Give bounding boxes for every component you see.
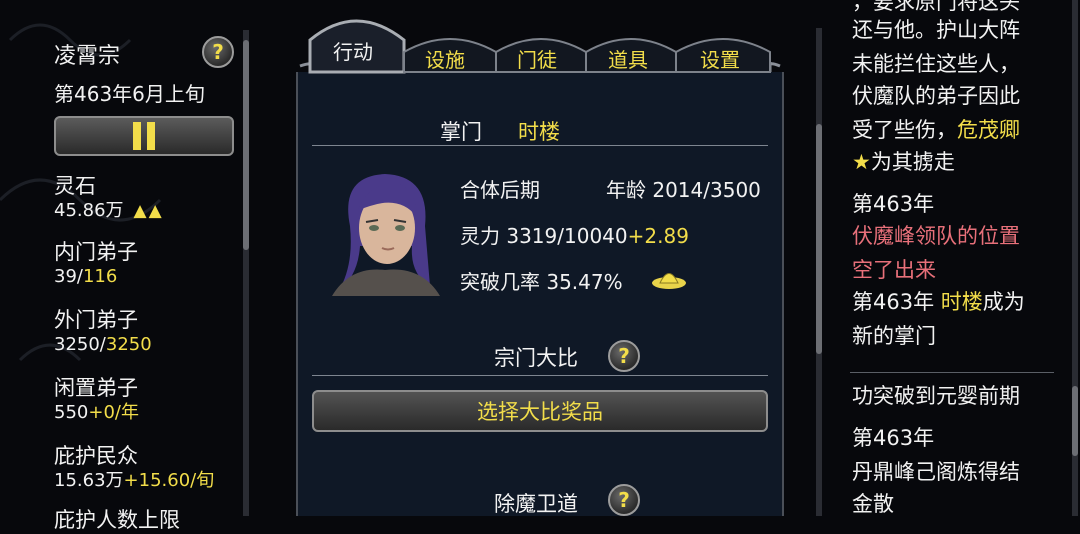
stat-protected-people: 庇护民众 15.63万+15.60/旬 [54,444,215,491]
pause-button[interactable] [54,116,234,156]
pause-icon [133,122,141,150]
log-text: 功突破到元婴前期 [852,384,1020,408]
log-highlight-name[interactable]: ★ [852,150,871,174]
select-reward-button[interactable]: 选择大比奖品 [312,390,768,432]
log-entry: ★为其掳走 [852,146,955,179]
spirit-power-value: 3319/10040 [506,224,628,248]
log-entry: 未能拦住这些人， [852,48,1020,81]
tab-action[interactable]: 行动 [333,36,373,65]
log-text: 新的掌门 [852,324,936,348]
log-text: 受了些伤， [852,118,957,142]
master-label: 掌门 [440,120,482,144]
spirit-power-rate: +2.89 [627,224,689,248]
demon-guard-help-icon[interactable]: ? [608,484,640,516]
double-up-arrow-icon: ▲▲ [133,201,164,221]
breakthrough-boost-icon[interactable] [650,266,688,292]
log-text: 第463年 [852,426,935,450]
log-text: 伏魔峰领队的位置 [852,224,1020,248]
tab-facilities[interactable]: 设施 [425,44,465,73]
center-scrollbar[interactable] [816,28,822,516]
log-entry: 丹鼎峰己阁炼得结 [852,456,1020,489]
tournament-help-icon[interactable]: ? [608,340,640,372]
tournament-title: 宗门大比 [494,346,578,370]
log-highlight-name[interactable]: 危茂卿 [957,118,1020,142]
log-highlight-name[interactable]: 时楼 [941,290,983,314]
divider [312,145,768,146]
log-entry: 还与他。护山大阵 [852,14,1020,47]
cultivation-realm: 合体后期 [460,178,540,202]
master-name[interactable]: 时楼 [518,120,560,144]
log-entry: 第463年 时楼成为 [852,286,1025,319]
log-entry: 第463年 [852,422,934,455]
sect-master-row: 掌门 时楼 [440,116,560,146]
log-entry: 功突破到元婴前期 [852,380,1020,413]
left-scrollbar[interactable] [243,30,249,516]
log-entry: 金散 [852,488,894,521]
log-entry: 新的掌门 [852,320,936,353]
stat-inner-disciples: 内门弟子 39/116 [54,240,138,287]
sect-help-icon[interactable]: ? [202,36,234,68]
log-entry: 伏魔峰领队的位置 [852,220,1020,253]
stat-spirit-stones: 灵石 45.86万 ▲▲ [54,174,164,221]
tab-items[interactable]: 道具 [608,44,648,73]
stat-outer-disciples: 外门弟子 3250/3250 [54,308,152,355]
log-text: 丹鼎峰己阁炼得结 [852,460,1020,484]
log-entry: 第463年 [852,188,934,221]
sect-name: 凌霄宗 [54,44,121,69]
sect-status-panel: 凌霄宗 ? 第463年6月上旬 灵石 45.86万 ▲▲ 内门弟子 39/116 … [0,0,250,532]
divider [312,375,768,376]
age-row: 年龄 2014/3500 [606,178,761,202]
log-divider [850,372,1054,373]
log-entry: 伏魔队的弟子因此 [852,80,1020,113]
age-value: 2014/3500 [652,178,761,202]
breakthrough-value: 35.47% [546,270,623,294]
stat-idle-disciples: 闲置弟子 550+0/年 [54,376,139,423]
tab-disciples[interactable]: 门徒 [517,44,557,73]
log-text: 未能拦住这些人， [852,52,1020,76]
breakthrough-row: 突破几率 35.47% [460,270,623,294]
game-date: 第463年6月上旬 [54,82,205,106]
log-text: 空了出来 [852,258,936,282]
log-entry: 空了出来 [852,254,936,287]
log-text: 还与他。护山大阵 [852,18,1020,42]
log-text: 第463年 [852,192,935,216]
log-text: ，要求原门将这头 [852,0,1020,14]
log-text: 金散 [852,492,894,516]
right-scrollbar[interactable] [1072,0,1078,516]
stat-protection-cap: 庇护人数上限 [54,508,180,532]
log-text: 第463年 [852,290,941,314]
spirit-power-row: 灵力 3319/10040+2.89 [460,224,689,248]
demon-guard-title: 除魔卫道 [494,492,578,516]
log-text: 成为 [982,290,1025,314]
log-entry: 受了些伤，危茂卿 [852,114,1020,147]
log-text: 为其掳走 [870,150,955,174]
log-text: 伏魔队的弟子因此 [852,84,1020,108]
master-portrait[interactable] [330,166,440,296]
tab-settings[interactable]: 设置 [700,44,740,73]
